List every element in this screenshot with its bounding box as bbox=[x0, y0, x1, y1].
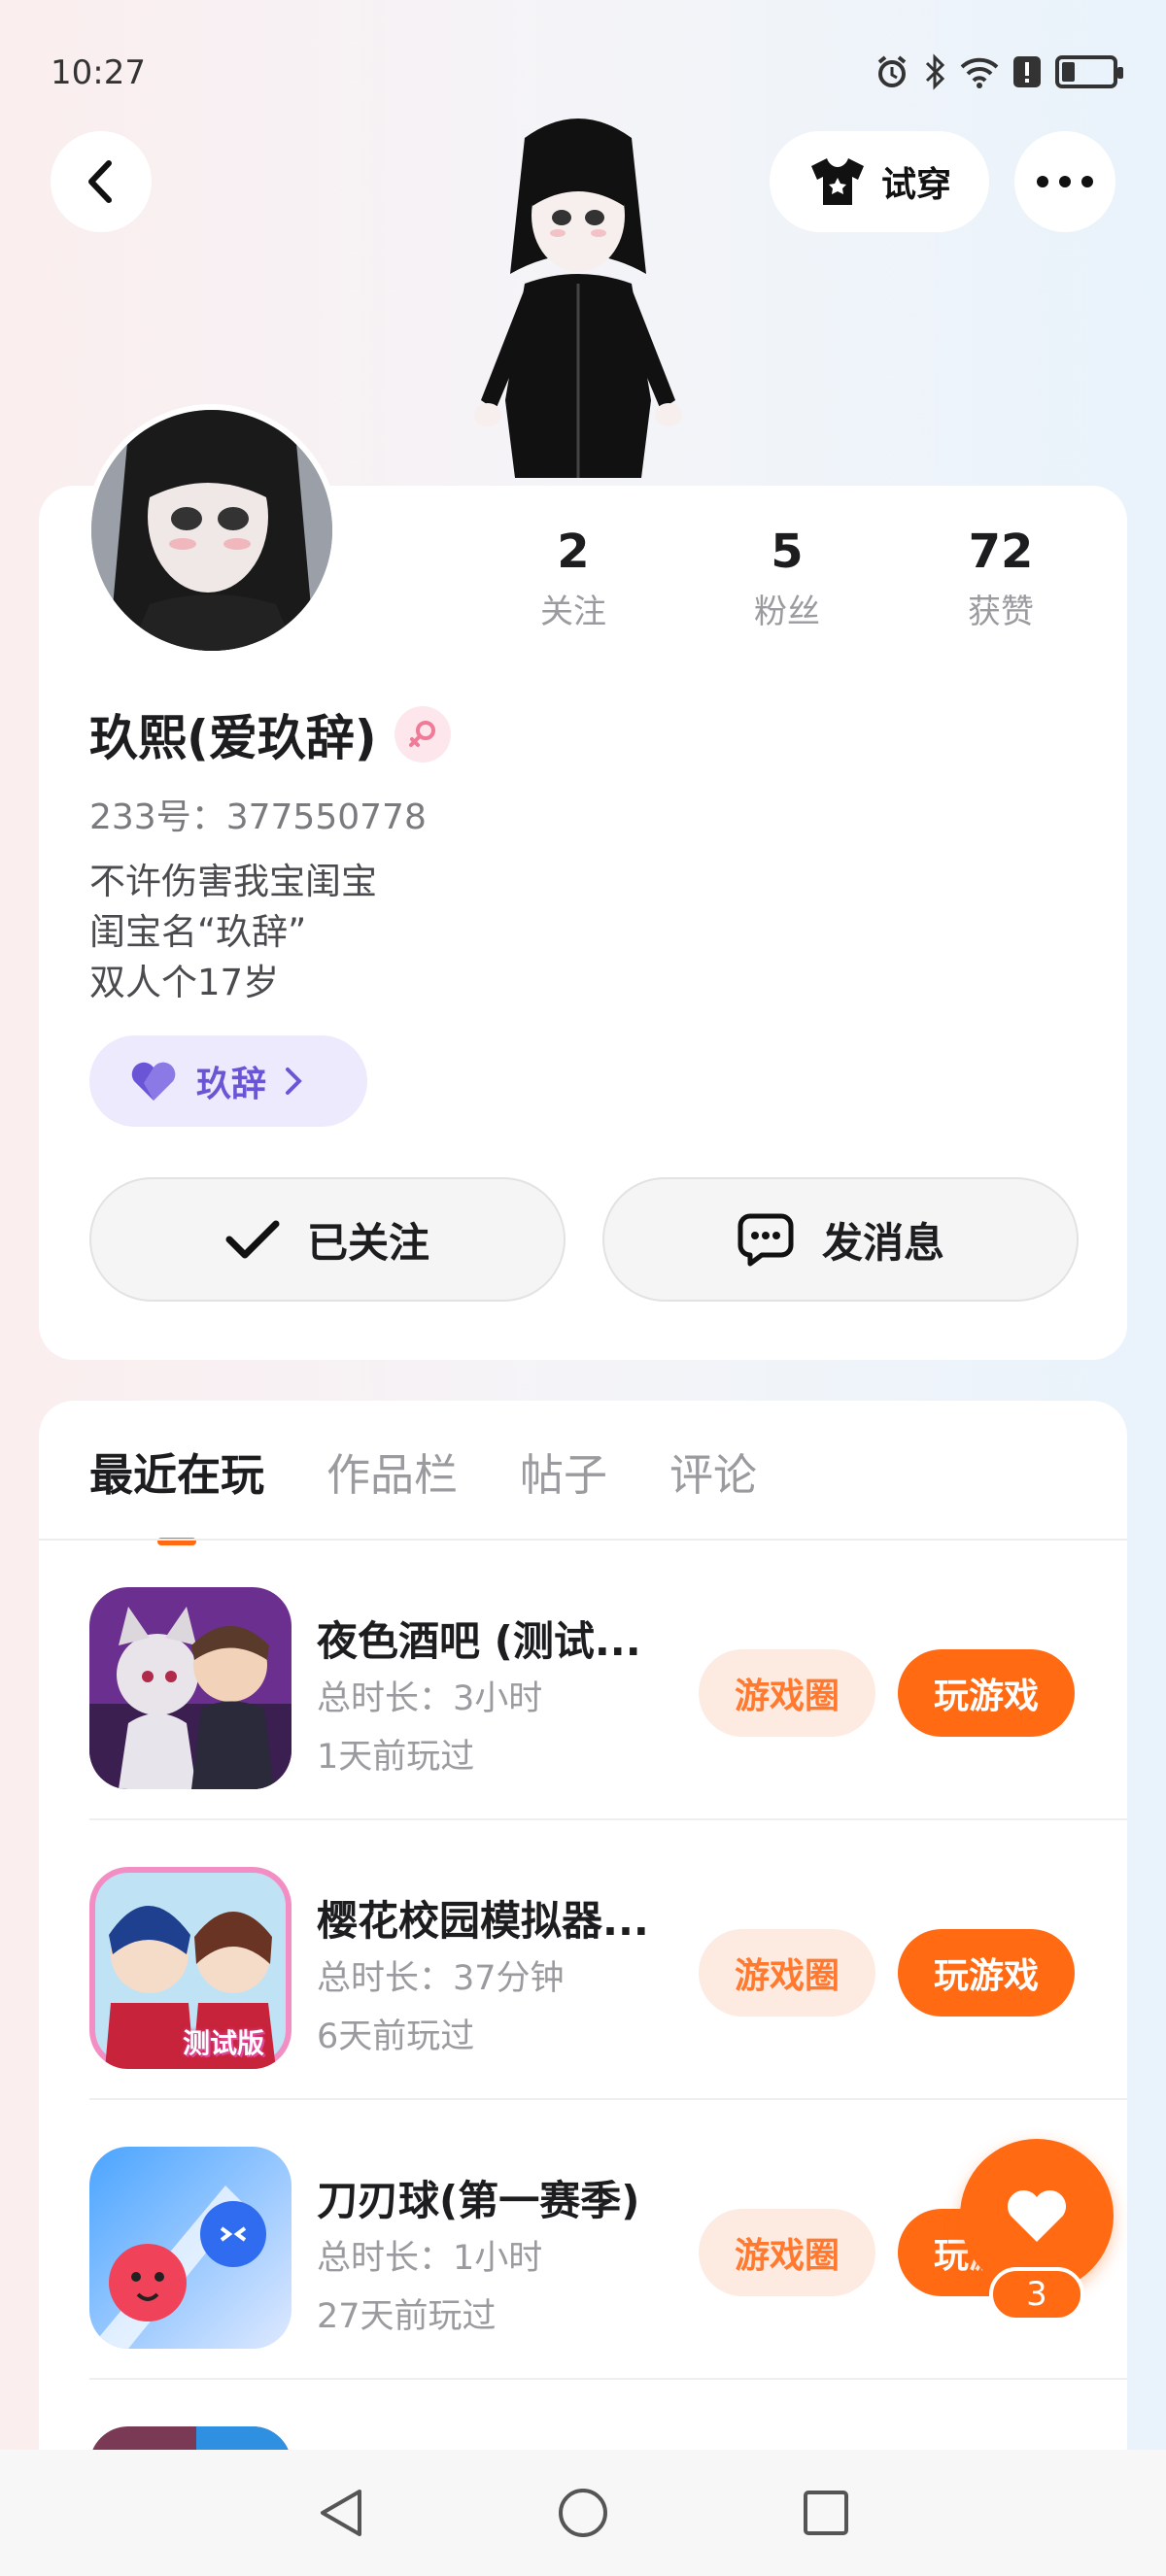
avatar-image bbox=[91, 410, 332, 651]
nav-back-button[interactable] bbox=[311, 2484, 369, 2542]
female-icon bbox=[394, 706, 451, 763]
game-icon[interactable] bbox=[89, 2147, 292, 2349]
game-icon-image bbox=[89, 1587, 292, 1789]
stat-followers-count: 5 bbox=[771, 525, 804, 579]
game-row[interactable]: 夜色酒吧 (测试... 总时长：3小时 1天前玩过 游戏圈 玩游戏 bbox=[89, 1541, 1127, 1820]
stat-following-count: 2 bbox=[557, 525, 590, 579]
game-duration: 总时长：3小时 bbox=[317, 1679, 543, 1718]
tshirt-icon bbox=[810, 158, 864, 205]
game-duration: 总时长：1小时 bbox=[317, 2239, 543, 2278]
game-icon-badge: 测试版 bbox=[183, 2027, 265, 2059]
bio-line: 不许伤害我宝闺宝 bbox=[89, 861, 377, 902]
recent-games-card: 最近在玩 作品栏 帖子 评论 夜色酒吧 (测试... 总时长：3小时 1天前玩过… bbox=[39, 1401, 1127, 2576]
game-circle-button[interactable]: 游戏圈 bbox=[699, 1929, 875, 2017]
heart-icon bbox=[1007, 2189, 1067, 2242]
cp-relation-label: 玖辞 bbox=[196, 1065, 267, 1104]
play-game-button[interactable]: 玩游戏 bbox=[898, 1649, 1075, 1737]
message-button[interactable]: 发消息 bbox=[602, 1177, 1079, 1302]
stat-likes-label: 获赞 bbox=[968, 593, 1034, 631]
more-icon bbox=[1037, 176, 1093, 187]
game-row[interactable]: 测试版 樱花校园模拟器... 总时长：37分钟 6天前玩过 游戏圈 玩游戏 bbox=[89, 1820, 1127, 2100]
game-circle-button[interactable]: 游戏圈 bbox=[699, 1649, 875, 1737]
cp-relation-chip[interactable]: 玖辞 bbox=[89, 1035, 367, 1127]
game-icon-image bbox=[89, 2147, 292, 2349]
game-circle-button[interactable]: 游戏圈 bbox=[699, 2209, 875, 2296]
status-icons bbox=[874, 53, 1123, 90]
stat-followers-label: 粉丝 bbox=[754, 593, 820, 631]
nav-recents-button[interactable] bbox=[797, 2484, 855, 2542]
avatar[interactable] bbox=[86, 404, 338, 657]
alert-icon bbox=[1013, 56, 1041, 87]
alarm-icon bbox=[877, 55, 907, 87]
back-icon bbox=[88, 160, 112, 203]
bluetooth-icon bbox=[925, 53, 945, 90]
avatar-character[interactable] bbox=[457, 109, 700, 488]
profile-tabs: 最近在玩 作品栏 帖子 评论 bbox=[89, 1440, 757, 1503]
back-button[interactable] bbox=[51, 131, 152, 232]
message-label: 发消息 bbox=[821, 1218, 944, 1267]
play-game-button[interactable]: 玩游戏 bbox=[898, 1929, 1075, 2017]
chat-icon bbox=[737, 1213, 794, 1267]
system-nav-bar bbox=[0, 2450, 1166, 2576]
tab-works[interactable]: 作品栏 bbox=[326, 1440, 458, 1503]
battery-icon bbox=[1055, 55, 1123, 88]
triangle-back-icon bbox=[321, 2490, 361, 2536]
more-button[interactable] bbox=[1014, 131, 1115, 232]
tab-comments[interactable]: 评论 bbox=[669, 1440, 757, 1503]
like-count-badge: 3 bbox=[989, 2267, 1084, 2322]
game-last-played: 1天前玩过 bbox=[317, 1738, 475, 1777]
bio-line: 双人个17岁 bbox=[89, 962, 280, 1003]
circle-home-icon bbox=[559, 2489, 607, 2537]
wifi-icon bbox=[960, 57, 999, 88]
game-title: 夜色酒吧 (测试... bbox=[317, 1617, 641, 1665]
nav-home-button[interactable] bbox=[554, 2484, 612, 2542]
game-duration: 总时长：37分钟 bbox=[317, 1959, 565, 1998]
follow-label: 已关注 bbox=[306, 1218, 429, 1267]
try-on-label: 试穿 bbox=[880, 165, 951, 205]
game-icon[interactable] bbox=[89, 1587, 292, 1789]
heart-icon bbox=[131, 1062, 176, 1101]
user-id[interactable]: 233号：377550778 bbox=[89, 789, 427, 839]
bio: 不许伤害我宝闺宝 闺宝名“玖辞” 双人个17岁 bbox=[89, 857, 377, 1008]
game-last-played: 6天前玩过 bbox=[317, 2017, 475, 2056]
stat-following[interactable]: 2 关注 bbox=[466, 525, 680, 632]
stat-likes-count: 72 bbox=[968, 525, 1034, 579]
check-icon bbox=[225, 1220, 280, 1259]
status-time: 10:27 bbox=[51, 53, 146, 92]
tab-recently-played[interactable]: 最近在玩 bbox=[89, 1440, 264, 1503]
try-on-button[interactable]: 试穿 bbox=[770, 131, 989, 232]
game-title: 樱花校园模拟器... bbox=[317, 1897, 649, 1945]
stat-followers[interactable]: 5 粉丝 bbox=[680, 525, 894, 632]
tab-posts[interactable]: 帖子 bbox=[520, 1440, 607, 1503]
game-last-played: 27天前玩过 bbox=[317, 2297, 497, 2336]
user-name-row: 玖熙(爱玖辞) bbox=[89, 699, 451, 769]
user-name: 玖熙(爱玖辞) bbox=[89, 710, 377, 766]
game-icon[interactable]: 测试版 bbox=[89, 1867, 292, 2069]
bio-line: 闺宝名“玖辞” bbox=[89, 911, 307, 953]
game-title: 刀刃球(第一赛季) bbox=[317, 2177, 640, 2224]
follow-button[interactable]: 已关注 bbox=[89, 1177, 566, 1302]
stat-likes[interactable]: 72 获赞 bbox=[894, 525, 1108, 632]
square-recents-icon bbox=[804, 2491, 848, 2535]
stat-following-label: 关注 bbox=[540, 593, 606, 631]
chevron-right-icon bbox=[286, 1068, 302, 1095]
